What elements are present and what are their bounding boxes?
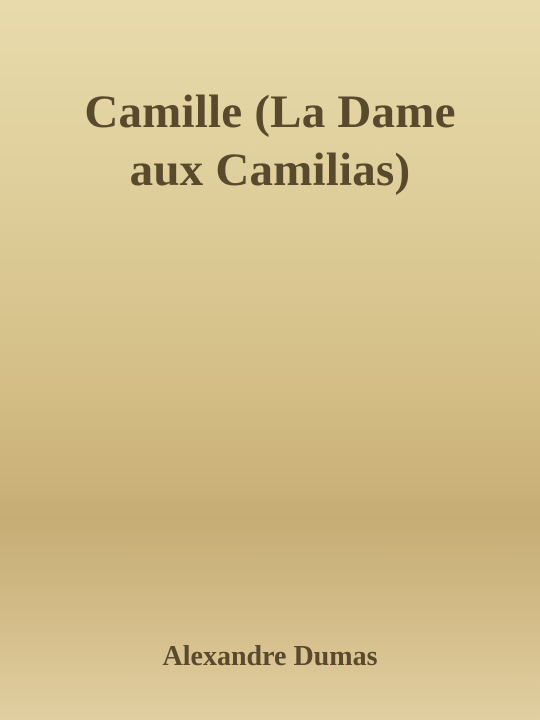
book-title: Camille (La Dame aux Camilias) <box>20 83 520 199</box>
book-author: Alexandre Dumas <box>162 641 378 672</box>
book-title-line-1: Camille (La Dame <box>84 86 456 139</box>
book-title-line-2: aux Camilias) <box>129 144 411 197</box>
book-cover: Camille (La Dame aux Camilias) Alexandre… <box>0 0 540 720</box>
